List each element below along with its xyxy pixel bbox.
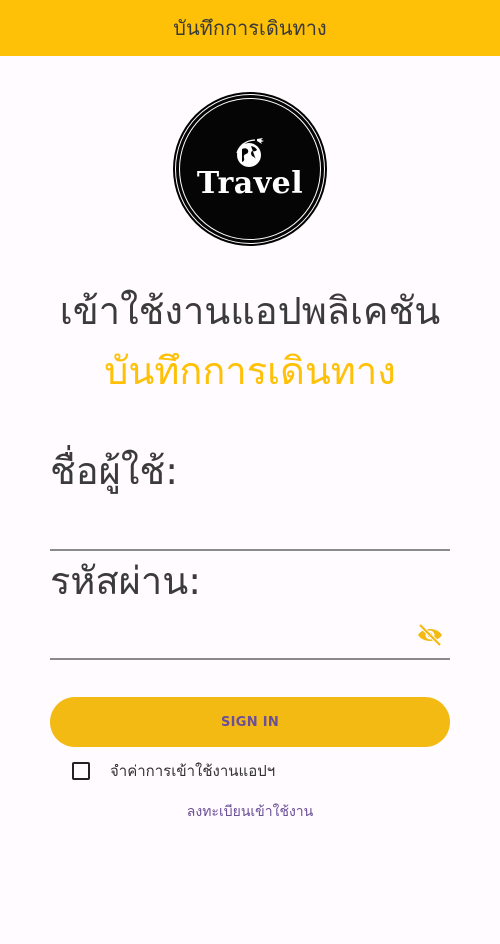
travel-logo: Travel bbox=[175, 94, 325, 244]
remember-label: จำค่าการเข้าใช้งานแอปฯ bbox=[110, 762, 276, 780]
password-input[interactable] bbox=[50, 618, 410, 654]
register-link[interactable]: ลงทะเบียนเข้าใช้งาน bbox=[0, 801, 500, 823]
app-bar: บันทึกการเดินทาง bbox=[0, 0, 500, 56]
remember-me-row[interactable]: จำค่าการเข้าใช้งานแอปฯ bbox=[72, 760, 275, 782]
login-heading: เข้าใช้งานแอปพลิเคชัน bbox=[59, 289, 441, 333]
logo-text: Travel bbox=[196, 166, 304, 201]
globe-plane-icon bbox=[236, 138, 264, 167]
username-label: ชื่อผู้ใช้: bbox=[50, 449, 179, 493]
app-bar-title: บันทึกการเดินทาง bbox=[173, 16, 327, 40]
app-name-heading: บันทึกการเดินทาง bbox=[104, 349, 396, 393]
username-underline bbox=[50, 549, 450, 551]
signin-button[interactable]: SIGN IN bbox=[50, 697, 450, 747]
remember-checkbox[interactable] bbox=[72, 762, 90, 780]
password-underline bbox=[50, 658, 450, 660]
username-input[interactable] bbox=[50, 510, 410, 546]
password-label: รหัสผ่าน: bbox=[50, 559, 202, 603]
eye-off-icon[interactable] bbox=[416, 622, 444, 648]
